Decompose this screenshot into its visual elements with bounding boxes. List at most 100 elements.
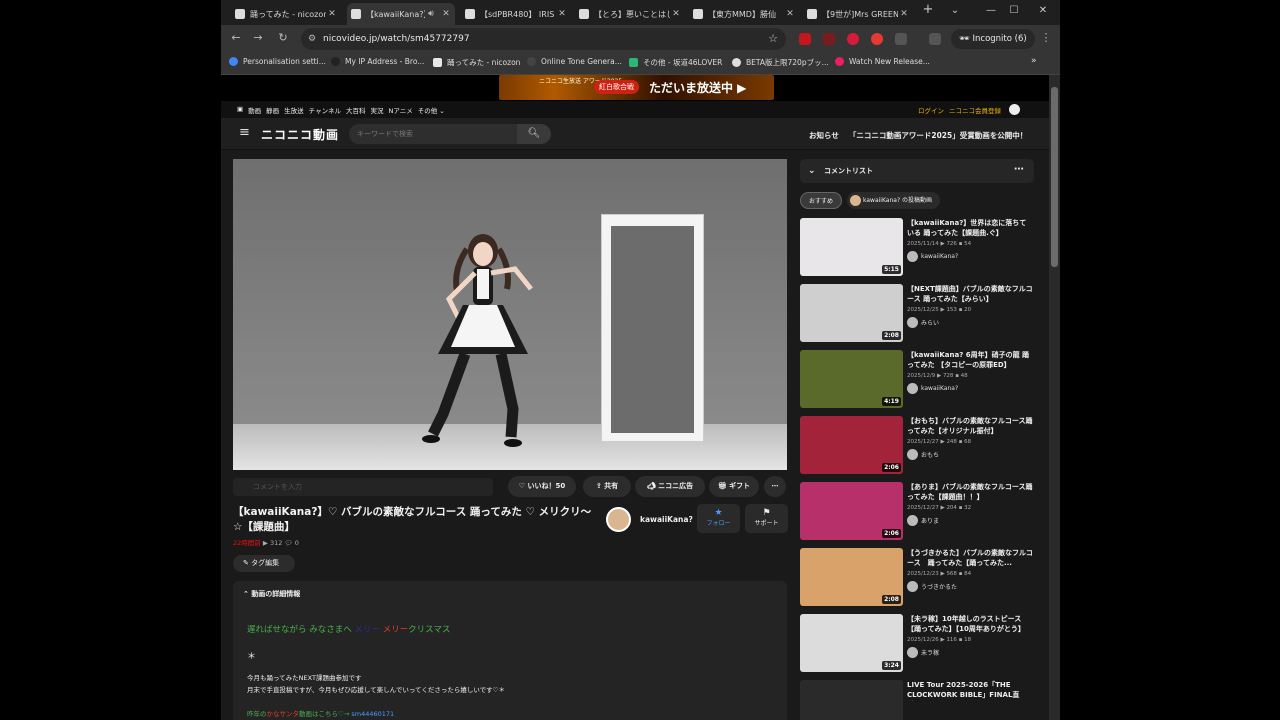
owner-avatar[interactable] [606,507,631,532]
close-tab-icon[interactable]: ✕ [670,9,682,19]
video-thumbnail[interactable]: 5:15 [800,218,903,276]
recommended-owner[interactable]: ありま [907,515,939,526]
gift-button[interactable]: 🎁︎ ギフト [709,476,759,497]
nav-item[interactable]: 生放送 [284,105,304,115]
page-scrollbar[interactable] [1049,75,1060,720]
video-thumbnail[interactable] [800,680,903,720]
video-thumbnail[interactable]: 2:08 [800,548,903,606]
video-thumbnail[interactable]: 2:08 [800,284,903,342]
new-tab-button[interactable]: + [918,2,938,17]
search-input[interactable]: キーワードで検索 [349,124,517,144]
block-extension-icon[interactable] [871,33,883,45]
recommended-title[interactable]: 【未ラ稼】10年越しのラストピース【踊ってみた】【10周年ありがとう】 [907,614,1033,635]
close-tab-icon[interactable]: ✕ [440,9,452,19]
recommended-item[interactable]: 2:06 【ありま】バブルの素敵なフルコース踊ってみた【課題曲！！】 2025/12… [800,482,1034,540]
minimize-icon[interactable]: — [981,5,1001,16]
recommended-item[interactable]: 2:08 【NEXT課題曲】バブルの素敵なフルコース 踊ってみた【みらい】 2025… [800,284,1034,342]
notice-bar[interactable]: お知らせ 「ニコニコ動画アワード2025」受賞動画を公開中！ [809,130,1027,141]
bookmark-item[interactable]: Online Tone Genera... [527,57,622,66]
recommended-owner[interactable]: kawaiiKana? [907,383,958,394]
browser-tab-4[interactable]: 【とろ】悪いことはしちゃ✕ [575,3,685,25]
tab-owner-videos[interactable]: kawaiiKana? の投稿動画 [847,192,941,209]
recommended-title[interactable]: 【ありま】バブルの素敵なフルコース踊ってみた【課題曲！！】 [907,482,1033,503]
video-thumbnail[interactable]: 2:06 [800,482,903,540]
recommended-owner[interactable]: kawaiiKana? [907,251,958,262]
puzzle-icon[interactable] [895,33,907,45]
bookmark-item[interactable]: BETA版上限720pブッ... [732,57,829,68]
maximize-icon[interactable]: ☐ [1004,5,1024,16]
recommended-title[interactable]: 【kawaiiKana? 6周年】硝子の龍 踊ってみた 【タコピーの原罪ED】 [907,350,1033,371]
register-link[interactable]: ニコニコ会員登録 [949,105,1001,115]
extension-icon[interactable] [847,33,859,45]
recommended-item[interactable]: 3:24 【未ラ稼】10年越しのラストピース【踊ってみた】【10周年ありがとう】 2… [800,614,1034,672]
user-avatar-icon[interactable] [1009,104,1020,115]
video-thumbnail[interactable]: 2:06 [800,416,903,474]
tag-edit-button[interactable]: ✎ タグ編集 [233,555,295,572]
recommended-item[interactable]: LIVE Tour 2025-2026「THE CLOCKWORK BIBLE」… [800,680,1034,720]
back-icon[interactable]: ← [228,31,244,44]
follow-button[interactable]: ★ フォロー [697,504,740,533]
browser-tab-2[interactable]: 【kawaiiKana?】 🔊︎ ✕ [347,3,455,25]
menu-icon[interactable]: ≡ [239,125,250,140]
recommended-owner[interactable]: 未ラ稼 [907,647,939,658]
bookmark-item[interactable]: Personalisation setti... [229,57,326,66]
support-button[interactable]: ⚑ サポート [745,504,788,533]
comment-list-header[interactable]: ⌄ コメントリスト ⋯ [800,159,1034,183]
recommended-item[interactable]: 2:08 【うづきかるた】バブルの素敵なフルコース 踊ってみた【踊ってみた... 2… [800,548,1034,606]
close-tab-icon[interactable]: ✕ [556,9,568,19]
details-toggle[interactable]: ⌃ 動画の詳細情報 [243,589,300,599]
browser-tab-1[interactable]: 踊ってみた - nicozon ✕ [231,3,341,25]
close-window-icon[interactable]: ✕ [1033,5,1053,16]
nav-item[interactable]: その他 ⌄ [418,105,445,115]
video-link[interactable]: sm44460171 [351,710,394,718]
nav-item[interactable]: 実況 [370,105,383,115]
nav-item[interactable]: Nアニメ [388,105,412,115]
nav-item[interactable]: 静画 [266,105,279,115]
media-controls-icon[interactable] [929,33,941,45]
nav-item[interactable]: チャンネル [309,105,341,115]
search-icon[interactable]: 🔍︎ [517,124,551,144]
nav-item[interactable]: 動画 [248,105,261,115]
recommended-title[interactable]: 【うづきかるた】バブルの素敵なフルコース 踊ってみた【踊ってみた... [907,548,1033,569]
browser-tab-3[interactable]: 【sdPBR480】 IRIS ✕ [461,3,571,25]
recommended-item[interactable]: 5:15 【kawaiiKana?】世界は恋に落ちている 踊ってみた【課題曲.ぐ】… [800,218,1034,276]
close-tab-icon[interactable]: ✕ [784,9,796,19]
recommended-owner[interactable]: うづきかるた [907,581,957,592]
niconi-ad-button[interactable]: 📣︎ ニコニ広告 [635,476,705,497]
close-tab-icon[interactable]: ✕ [898,9,910,19]
recommended-title[interactable]: 【kawaiiKana?】世界は恋に落ちている 踊ってみた【課題曲.ぐ】 [907,218,1033,239]
video-thumbnail[interactable]: 3:24 [800,614,903,672]
login-link[interactable]: ログイン [918,105,944,115]
niconico-home-icon[interactable]: ▣ [237,105,243,115]
more-icon[interactable]: ⋯ [1014,158,1024,182]
bookmark-item[interactable]: その他 - 坂道46LOVER [629,57,722,68]
bookmark-item[interactable]: Watch New Release... [835,57,930,66]
more-bookmarks-icon[interactable]: » [1031,56,1037,66]
browser-tab-5[interactable]: 【東方MMD】勝仙 ✕ [689,3,799,25]
browser-menu-icon[interactable]: ⋮ [1038,31,1054,44]
recommended-item[interactable]: 2:06 【おもち】バブルの素敵なフルコース踊ってみた【オリジナル振付】 2025/… [800,416,1034,474]
video-player[interactable] [233,159,787,470]
recommended-title[interactable]: LIVE Tour 2025-2026「THE CLOCKWORK BIBLE」… [907,680,1033,701]
reload-icon[interactable]: ↻ [275,31,291,44]
recommended-owner[interactable]: おもち [907,449,939,460]
owner-name[interactable]: kawaiiKana? [640,515,693,524]
like-button[interactable]: ♡ いいね！50 [508,476,576,497]
more-actions-icon[interactable]: ⋯ [764,476,786,497]
tab-recommend[interactable]: おすすめ [800,192,843,209]
browser-tab-6[interactable]: 【9世が]Mrs GREEN ✕ [803,3,913,25]
comment-input[interactable]: コメントを入力 [233,478,493,496]
site-info-icon[interactable]: ⚙ [308,28,316,50]
recommended-title[interactable]: 【NEXT課題曲】バブルの素敵なフルコース 踊ってみた【みらい】 [907,284,1033,305]
bookmark-item[interactable]: 踊ってみた - nicozon [433,57,520,68]
tab-search-icon[interactable]: ⌄ [945,5,965,16]
bookmark-item[interactable]: My IP Address - Bro... [331,57,424,66]
niconico-logo[interactable]: ニコニコ動画 [261,126,339,143]
recommended-owner[interactable]: みらい [907,317,939,328]
bookmark-star-icon[interactable]: ☆ [768,28,778,50]
forward-icon[interactable]: → [250,31,266,44]
extension-icon[interactable] [799,33,811,45]
close-tab-icon[interactable]: ✕ [326,9,338,19]
address-bar[interactable]: ⚙ nicovideo.jp/watch/sm45772797 ☆ [301,28,786,50]
incognito-indicator[interactable]: 🕶 Incognito (6) [951,29,1035,49]
